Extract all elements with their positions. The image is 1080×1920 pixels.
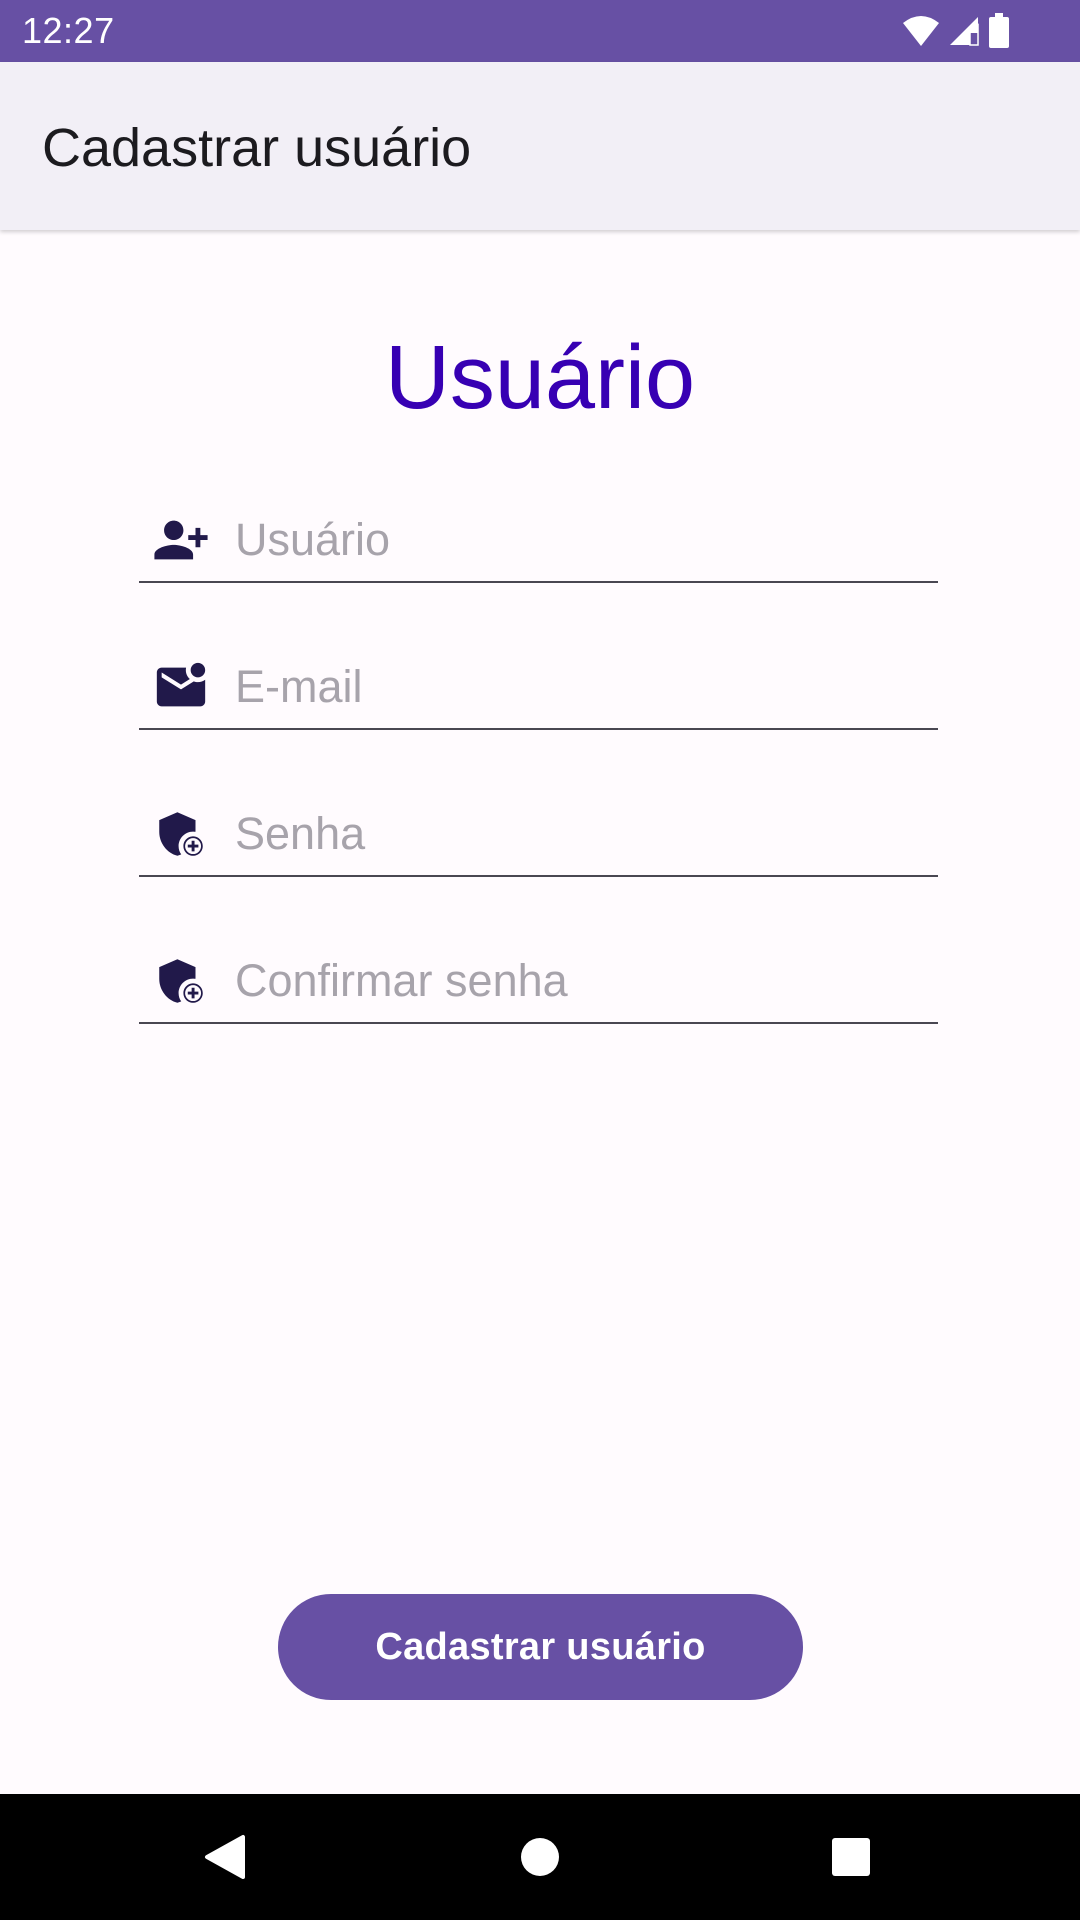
status-bar: 12:27	[0, 0, 1080, 62]
password-field	[139, 795, 938, 877]
register-user-button[interactable]: Cadastrar usuário	[278, 1594, 803, 1700]
email-input[interactable]	[235, 654, 925, 720]
wifi-icon	[902, 15, 940, 47]
recents-icon[interactable]	[818, 1824, 884, 1890]
username-field	[139, 501, 938, 583]
confirm-password-input[interactable]	[235, 948, 925, 1014]
screen: 12:27 Cadastrar usuário Usuário Usuário …	[0, 0, 1080, 1920]
status-time: 12:27	[22, 10, 115, 51]
add-moderator-icon	[152, 952, 210, 1010]
add-moderator-icon	[152, 805, 210, 863]
person-add-icon	[152, 511, 210, 569]
page-heading: Usuário	[384, 328, 696, 428]
mark-email-unread-icon	[152, 658, 210, 716]
password-input[interactable]	[235, 801, 925, 867]
app-bar-title: Cadastrar usuário	[42, 118, 472, 178]
status-icons	[902, 12, 1010, 50]
battery-icon	[988, 13, 1010, 49]
confirm-password-field	[139, 942, 938, 1024]
app-bar: Cadastrar usuário	[0, 62, 1080, 230]
home-icon[interactable]	[507, 1824, 573, 1890]
navigation-bar	[0, 1794, 1080, 1920]
username-input[interactable]	[235, 507, 925, 573]
back-icon[interactable]	[192, 1824, 258, 1890]
cell-signal-icon	[948, 15, 980, 47]
email-field	[139, 648, 938, 730]
